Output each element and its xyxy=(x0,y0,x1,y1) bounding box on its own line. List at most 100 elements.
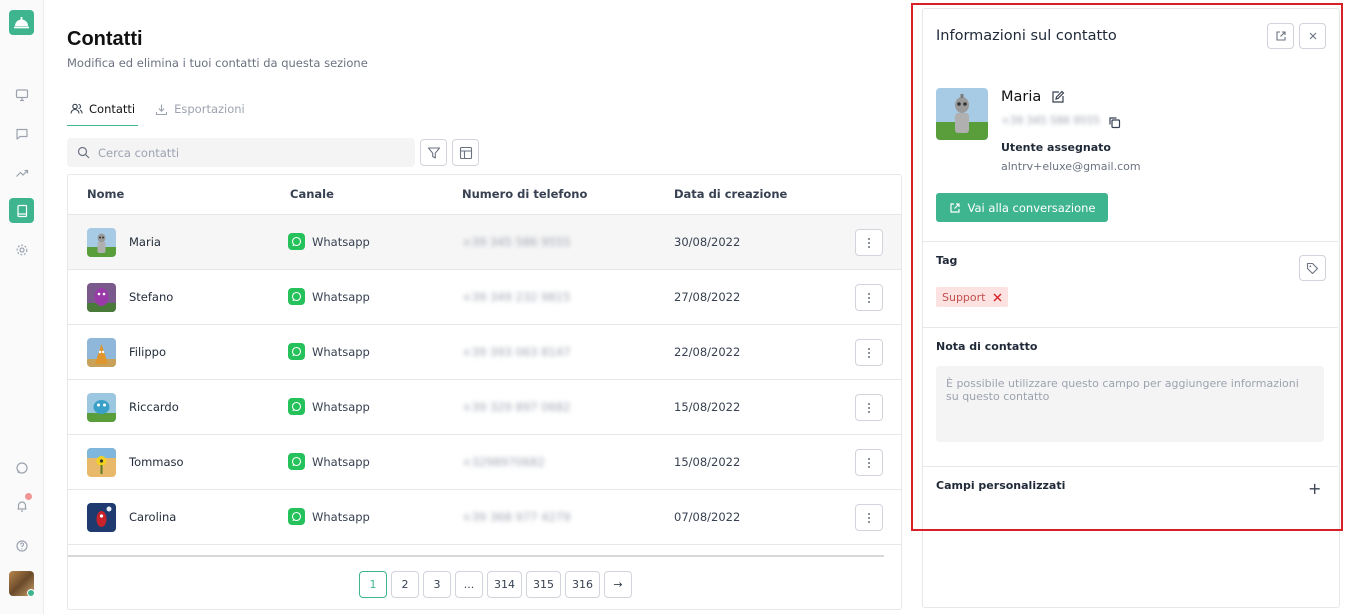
sidebar-item-monitor[interactable] xyxy=(9,82,34,107)
trending-up-icon xyxy=(15,169,28,177)
table-row[interactable]: Carolina Whatsapp +39 368 977 4279 07/08… xyxy=(68,489,901,544)
contact-phone: +39 349 232 9815 xyxy=(462,290,571,304)
chat-bubble-icon xyxy=(15,128,28,140)
monitor-icon xyxy=(15,88,28,101)
row-menu-button[interactable] xyxy=(855,339,883,366)
sidebar xyxy=(0,0,44,614)
contact-avatar xyxy=(87,503,116,532)
column-header-numero[interactable]: Numero di telefono xyxy=(462,187,587,201)
page-button-3[interactable]: 3 xyxy=(423,571,451,598)
whatsapp-icon xyxy=(288,398,305,415)
table-row[interactable]: Filippo Whatsapp +39 393 063 8147 22/08/… xyxy=(68,324,901,379)
more-vertical-icon xyxy=(868,457,870,468)
table-header: Nome Canale Numero di telefono Data di c… xyxy=(68,175,901,214)
sidebar-item-chat[interactable] xyxy=(9,121,34,146)
online-status-dot xyxy=(27,589,35,597)
contact-date: 30/08/2022 xyxy=(674,235,741,249)
contact-channel: Whatsapp xyxy=(312,400,370,414)
row-menu-button[interactable] xyxy=(855,229,883,256)
contact-date: 15/08/2022 xyxy=(674,455,741,469)
more-vertical-icon xyxy=(868,347,870,358)
columns-button[interactable] xyxy=(452,139,479,166)
contact-phone: +39 393 063 8147 xyxy=(462,345,571,359)
contact-channel: Whatsapp xyxy=(312,345,370,359)
contact-phone: +39 329 897 0682 xyxy=(462,400,571,414)
contact-date: 27/08/2022 xyxy=(674,290,741,304)
contact-avatar xyxy=(87,393,116,422)
notification-badge xyxy=(25,493,32,500)
sidebar-item-notifications[interactable] xyxy=(9,493,34,518)
table-row[interactable]: Tommaso Whatsapp +3298970682 15/08/2022 xyxy=(68,434,901,489)
tab-label: Esportazioni xyxy=(174,102,245,116)
service-bell-icon xyxy=(14,17,29,29)
whatsapp-icon xyxy=(288,343,305,360)
gear-icon xyxy=(16,244,27,255)
app-logo[interactable] xyxy=(9,10,34,35)
contact-name: Riccardo xyxy=(129,400,179,414)
table-row[interactable]: Maria Whatsapp +39 345 586 9555 30/08/20… xyxy=(68,214,901,269)
contact-channel: Whatsapp xyxy=(312,455,370,469)
contact-date: 22/08/2022 xyxy=(674,345,741,359)
next-page-button[interactable]: → xyxy=(604,571,632,598)
contact-channel: Whatsapp xyxy=(312,290,370,304)
more-vertical-icon xyxy=(868,512,870,523)
contact-phone: +3298970682 xyxy=(462,455,545,469)
bell-icon xyxy=(17,500,26,512)
users-icon xyxy=(70,103,83,114)
sidebar-item-help[interactable] xyxy=(9,533,34,558)
contact-phone: +39 345 586 9555 xyxy=(462,235,571,249)
search-icon xyxy=(77,146,90,159)
page-ellipsis: ... xyxy=(455,571,483,598)
contact-date: 07/08/2022 xyxy=(674,510,741,524)
pagination: 1 2 3 ... 314 315 316 → xyxy=(359,571,632,598)
more-vertical-icon xyxy=(868,237,870,248)
page-button-1[interactable]: 1 xyxy=(359,571,387,598)
table-row[interactable]: Riccardo Whatsapp +39 329 897 0682 15/08… xyxy=(68,379,901,434)
tab-esportazioni[interactable]: Esportazioni xyxy=(152,92,248,126)
more-vertical-icon xyxy=(868,402,870,413)
page-button-2[interactable]: 2 xyxy=(391,571,419,598)
row-menu-button[interactable] xyxy=(855,449,883,476)
column-header-data[interactable]: Data di creazione xyxy=(674,187,787,201)
search-box xyxy=(67,138,415,167)
column-header-canale[interactable]: Canale xyxy=(290,187,334,201)
column-header-nome[interactable]: Nome xyxy=(87,187,124,201)
whatsapp-icon xyxy=(288,508,305,525)
contact-name: Filippo xyxy=(129,345,166,359)
horizontal-scrollbar[interactable] xyxy=(68,555,884,557)
row-menu-button[interactable] xyxy=(855,284,883,311)
help-icon xyxy=(15,539,28,552)
tab-contatti[interactable]: Contatti xyxy=(67,92,139,126)
contact-channel: Whatsapp xyxy=(312,510,370,524)
filter-button[interactable] xyxy=(420,139,447,166)
contacts-table: Nome Canale Numero di telefono Data di c… xyxy=(67,174,902,610)
contact-avatar xyxy=(87,283,116,312)
search-input[interactable] xyxy=(98,145,388,160)
download-icon xyxy=(156,104,168,115)
whatsapp-icon xyxy=(15,461,28,474)
contact-name: Stefano xyxy=(129,290,174,304)
contacts-book-icon xyxy=(16,204,27,217)
tabs: Contatti Esportazioni xyxy=(67,92,262,126)
table-columns-icon xyxy=(459,146,472,159)
row-menu-button[interactable] xyxy=(855,504,883,531)
contact-avatar xyxy=(87,338,116,367)
page-subtitle: Modifica ed elimina i tuoi contatti da q… xyxy=(67,56,368,70)
table-row[interactable]: Stefano Whatsapp +39 349 232 9815 27/08/… xyxy=(68,269,901,324)
contact-phone: +39 368 977 4279 xyxy=(462,510,571,524)
page-button-315[interactable]: 315 xyxy=(526,571,561,598)
page-button-314[interactable]: 314 xyxy=(487,571,522,598)
contact-avatar xyxy=(87,228,116,257)
row-menu-button[interactable] xyxy=(855,394,883,421)
contact-avatar xyxy=(87,448,116,477)
whatsapp-icon xyxy=(288,233,305,250)
contact-name: Carolina xyxy=(129,510,177,524)
sidebar-item-settings[interactable] xyxy=(9,237,34,262)
sidebar-item-analytics[interactable] xyxy=(9,160,34,185)
sidebar-item-contacts[interactable] xyxy=(9,198,34,223)
tab-label: Contatti xyxy=(89,101,136,116)
more-vertical-icon xyxy=(868,292,870,303)
contact-channel: Whatsapp xyxy=(312,235,370,249)
page-button-316[interactable]: 316 xyxy=(565,571,600,598)
sidebar-item-whatsapp[interactable] xyxy=(9,455,34,480)
